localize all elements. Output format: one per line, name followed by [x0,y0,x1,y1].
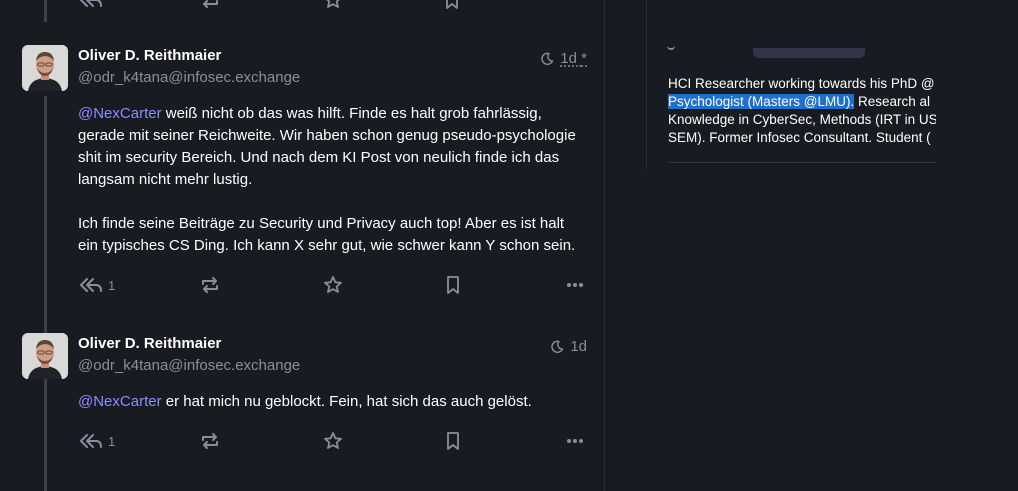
previous-post-actions [0,0,604,9]
bookmark-icon [446,0,458,9]
bio-text: Knowledge in CyberSec, Methods (IRT in U… [668,112,936,127]
reply-count: 1 [108,277,116,293]
post-timestamp[interactable]: 1d * [560,50,587,67]
avatar-image [22,45,68,91]
post-paragraph: Ich finde seine Beiträge zu Security und… [78,213,588,257]
profile-sidebar: HCI Researcher working towards his PhD @… [646,0,936,170]
boost-icon [202,277,218,293]
ellipsis-icon [567,283,583,287]
ellipsis-icon [567,439,583,443]
avatar[interactable] [22,45,68,91]
favourite-button[interactable] [323,273,343,297]
reply-all-icon [80,434,102,448]
favourite-button[interactable] [323,429,343,453]
follow-button[interactable] [753,48,865,58]
bookmark-button[interactable] [445,429,461,453]
post-paragraph: @NexCarter weiß nicht ob das was hilft. … [78,103,588,191]
profile-link-icon [667,44,675,50]
reply-all-icon [80,278,102,292]
conversation-column: Oliver D. Reithmaier @odr_k4tana@infosec… [0,0,605,491]
post-paragraph: @NexCarter er hat mich nu geblockt. Fein… [78,391,588,413]
more-button[interactable] [566,429,584,453]
reply-button[interactable] [80,0,102,12]
reply-button[interactable]: 1 [80,429,115,453]
star-icon [324,432,342,449]
paragraph-text: er hat mich nu geblockt. Fein, hat sich … [161,393,532,410]
avatar[interactable] [22,333,68,379]
bio-line: SEM). Former Infosec Consultant. Student… [668,129,936,147]
boost-icon [202,433,218,449]
status-post[interactable]: Oliver D. Reithmaier @odr_k4tana@infosec… [0,45,604,305]
boost-button[interactable] [200,273,220,297]
account-handle[interactable]: @odr_k4tana@infosec.exchange [78,69,300,86]
boost-button[interactable] [200,0,220,12]
star-icon [326,0,340,8]
post-content: @NexCarter weiß nicht ob das was hilft. … [78,103,588,257]
reply-button[interactable]: 1 [80,273,115,297]
account-handle[interactable]: @odr_k4tana@infosec.exchange [78,357,300,374]
post-content: @NexCarter er hat mich nu geblockt. Fein… [78,391,588,413]
bio-text: HCI Researcher working towards his PhD @ [668,76,935,91]
reply-count: 1 [108,433,116,449]
more-button[interactable] [566,273,584,297]
timestamp-text: 1d [560,50,577,67]
bookmark-icon [447,432,459,450]
bio-line: Knowledge in CyberSec, Methods (IRT in U… [668,111,936,129]
post-meta: 1d [550,338,587,355]
bookmark-icon [447,276,459,294]
star-icon [324,276,342,293]
bio-text: Research al [854,94,931,109]
post-timestamp[interactable]: 1d [570,338,587,355]
moon-icon [551,340,564,353]
reply-all-icon [80,0,102,7]
paragraph-text: Ich finde seine Beiträge zu Security und… [78,215,576,254]
boost-button[interactable] [200,429,220,453]
bookmark-button[interactable] [445,273,461,297]
bio-line: Psychologist (Masters @LMU). Research al [668,93,936,111]
moon-icon [541,52,554,65]
mention-link[interactable]: @NexCarter [78,105,162,122]
boost-icon [203,0,218,8]
bookmark-button[interactable] [444,0,460,12]
edited-marker: * [581,50,587,67]
post-actions: 1 [78,429,588,453]
profile-bio: HCI Researcher working towards his PhD @… [668,75,936,147]
mention-link[interactable]: @NexCarter [78,393,162,410]
avatar-image [22,333,68,379]
divider [668,162,936,163]
display-name[interactable]: Oliver D. Reithmaier [78,47,221,64]
post-meta: 1d * [540,50,587,67]
bio-text: SEM). Former Infosec Consultant. Student… [668,130,931,145]
post-actions: 1 [78,273,588,297]
favourite-button[interactable] [323,0,343,12]
status-post[interactable]: Oliver D. Reithmaier @odr_k4tana@infosec… [0,333,604,463]
display-name[interactable]: Oliver D. Reithmaier [78,335,221,352]
bio-line: HCI Researcher working towards his PhD @ [668,75,936,93]
selected-text: Psychologist (Masters @LMU). [668,94,855,109]
